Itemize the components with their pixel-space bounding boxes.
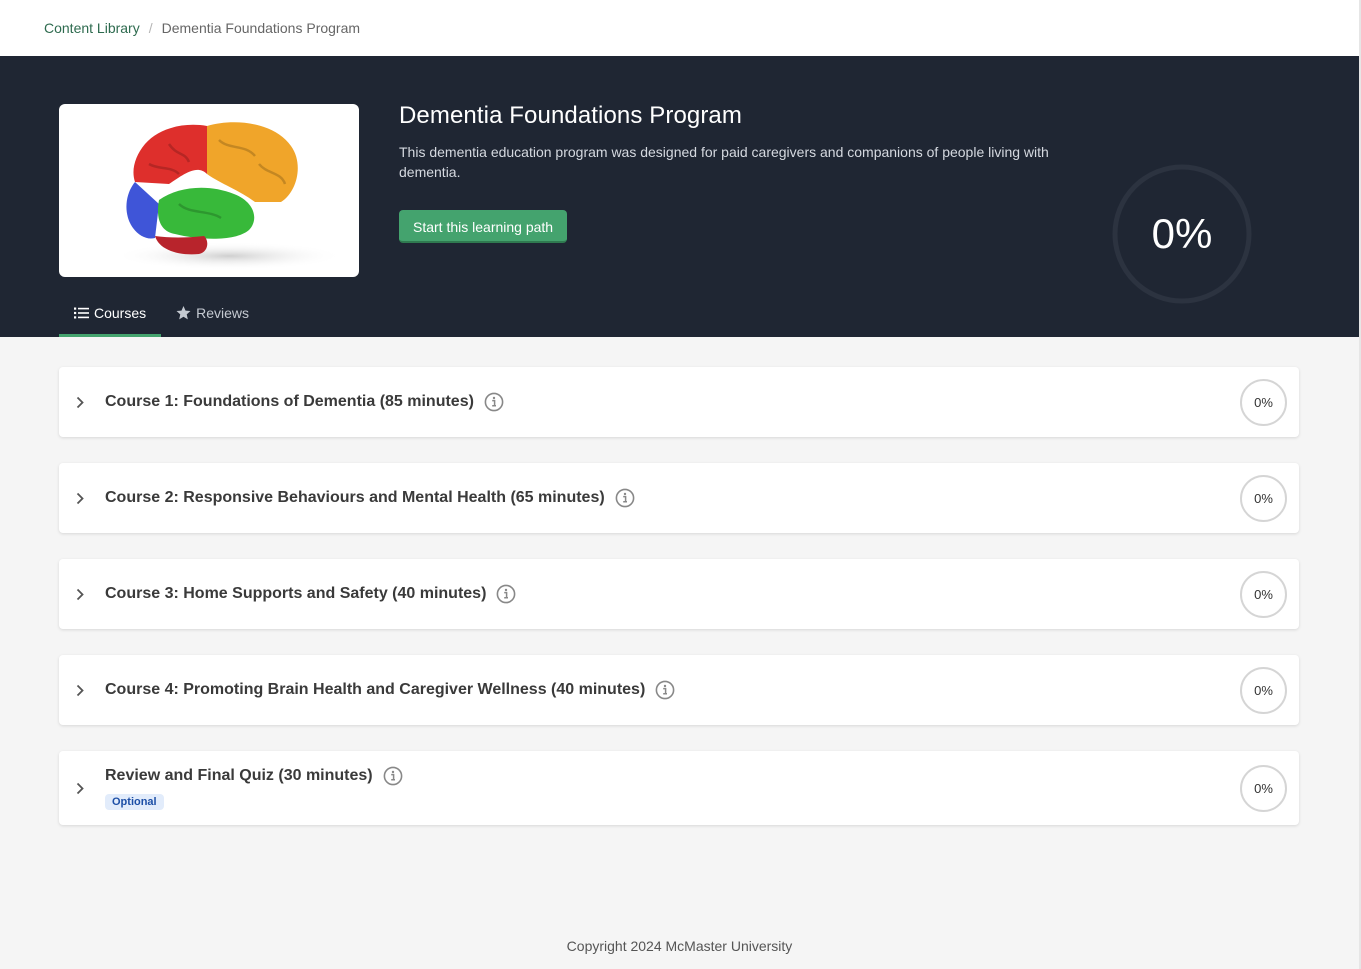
course-text: Review and Final Quiz (30 minutes) Optio… xyxy=(105,766,403,810)
info-icon[interactable] xyxy=(496,584,516,604)
course-title-row: Course 3: Home Supports and Safety (40 m… xyxy=(105,584,516,604)
tab-reviews[interactable]: Reviews xyxy=(161,288,264,337)
course-progress-ring: 0% xyxy=(1240,570,1287,618)
course-card-1[interactable]: Course 1: Foundations of Dementia (85 mi… xyxy=(59,367,1299,437)
course-progress-ring: 0% xyxy=(1240,378,1287,426)
chevron-right-icon[interactable] xyxy=(73,683,87,697)
course-text: Course 3: Home Supports and Safety (40 m… xyxy=(105,584,516,604)
course-title-row: Review and Final Quiz (30 minutes) xyxy=(105,766,403,786)
program-tabs: Courses Reviews xyxy=(59,288,264,337)
program-description: This dementia education program was desi… xyxy=(399,144,1049,180)
breadcrumb-separator: / xyxy=(148,20,153,36)
course-progress-ring: 0% xyxy=(1240,474,1287,522)
chevron-right-icon[interactable] xyxy=(73,587,87,601)
course-card-4[interactable]: Course 4: Promoting Brain Health and Car… xyxy=(59,655,1299,725)
info-icon[interactable] xyxy=(484,392,504,412)
brain-illustration-icon xyxy=(114,122,344,270)
optional-badge: Optional xyxy=(105,794,164,810)
program-info: Dementia Foundations Program This dement… xyxy=(399,102,1109,243)
course-text: Course 1: Foundations of Dementia (85 mi… xyxy=(105,392,504,412)
tab-courses[interactable]: Courses xyxy=(59,288,162,337)
start-learning-path-button[interactable]: Start this learning path xyxy=(399,210,568,243)
course-title: Course 1: Foundations of Dementia (85 mi… xyxy=(105,393,474,410)
footer-copyright: Copyright 2024 McMaster University xyxy=(566,938,793,954)
list-icon xyxy=(74,307,89,318)
course-title-row: Course 2: Responsive Behaviours and Ment… xyxy=(105,488,635,508)
program-title: Dementia Foundations Program xyxy=(399,102,742,129)
course-list: Course 1: Foundations of Dementia (85 mi… xyxy=(59,367,1299,851)
course-progress-ring: 0% xyxy=(1240,666,1287,714)
breadcrumb-current: Dementia Foundations Program xyxy=(161,20,361,36)
course-title-row: Course 4: Promoting Brain Health and Car… xyxy=(105,680,675,700)
course-card-final-quiz[interactable]: Review and Final Quiz (30 minutes) Optio… xyxy=(59,751,1299,825)
course-text: Course 4: Promoting Brain Health and Car… xyxy=(105,680,675,700)
course-progress-ring: 0% xyxy=(1240,764,1287,812)
star-icon xyxy=(176,305,191,319)
breadcrumb-content-library-link[interactable]: Content Library xyxy=(44,20,140,36)
info-icon[interactable] xyxy=(615,488,635,508)
tab-courses-label: Courses xyxy=(94,304,147,321)
course-title: Course 4: Promoting Brain Health and Car… xyxy=(105,681,646,698)
page: Content Library / Dementia Foundations P… xyxy=(0,0,1361,969)
info-icon[interactable] xyxy=(655,680,675,700)
chevron-right-icon[interactable] xyxy=(73,395,87,409)
info-icon[interactable] xyxy=(383,766,403,786)
course-title: Course 2: Responsive Behaviours and Ment… xyxy=(105,489,605,506)
course-title: Course 3: Home Supports and Safety (40 m… xyxy=(105,585,487,602)
chevron-right-icon[interactable] xyxy=(73,491,87,505)
chevron-right-icon[interactable] xyxy=(73,781,87,795)
program-progress-label: 0% xyxy=(1151,210,1213,257)
breadcrumb: Content Library / Dementia Foundations P… xyxy=(0,0,1359,56)
course-title-row: Course 1: Foundations of Dementia (85 mi… xyxy=(105,392,504,412)
course-text: Course 2: Responsive Behaviours and Ment… xyxy=(105,488,635,508)
tab-reviews-label: Reviews xyxy=(196,304,250,321)
course-card-3[interactable]: Course 3: Home Supports and Safety (40 m… xyxy=(59,559,1299,629)
program-hero: Dementia Foundations Program This dement… xyxy=(0,56,1359,337)
course-card-2[interactable]: Course 2: Responsive Behaviours and Ment… xyxy=(59,463,1299,533)
course-title: Review and Final Quiz (30 minutes) xyxy=(105,767,373,784)
program-image xyxy=(59,104,359,277)
